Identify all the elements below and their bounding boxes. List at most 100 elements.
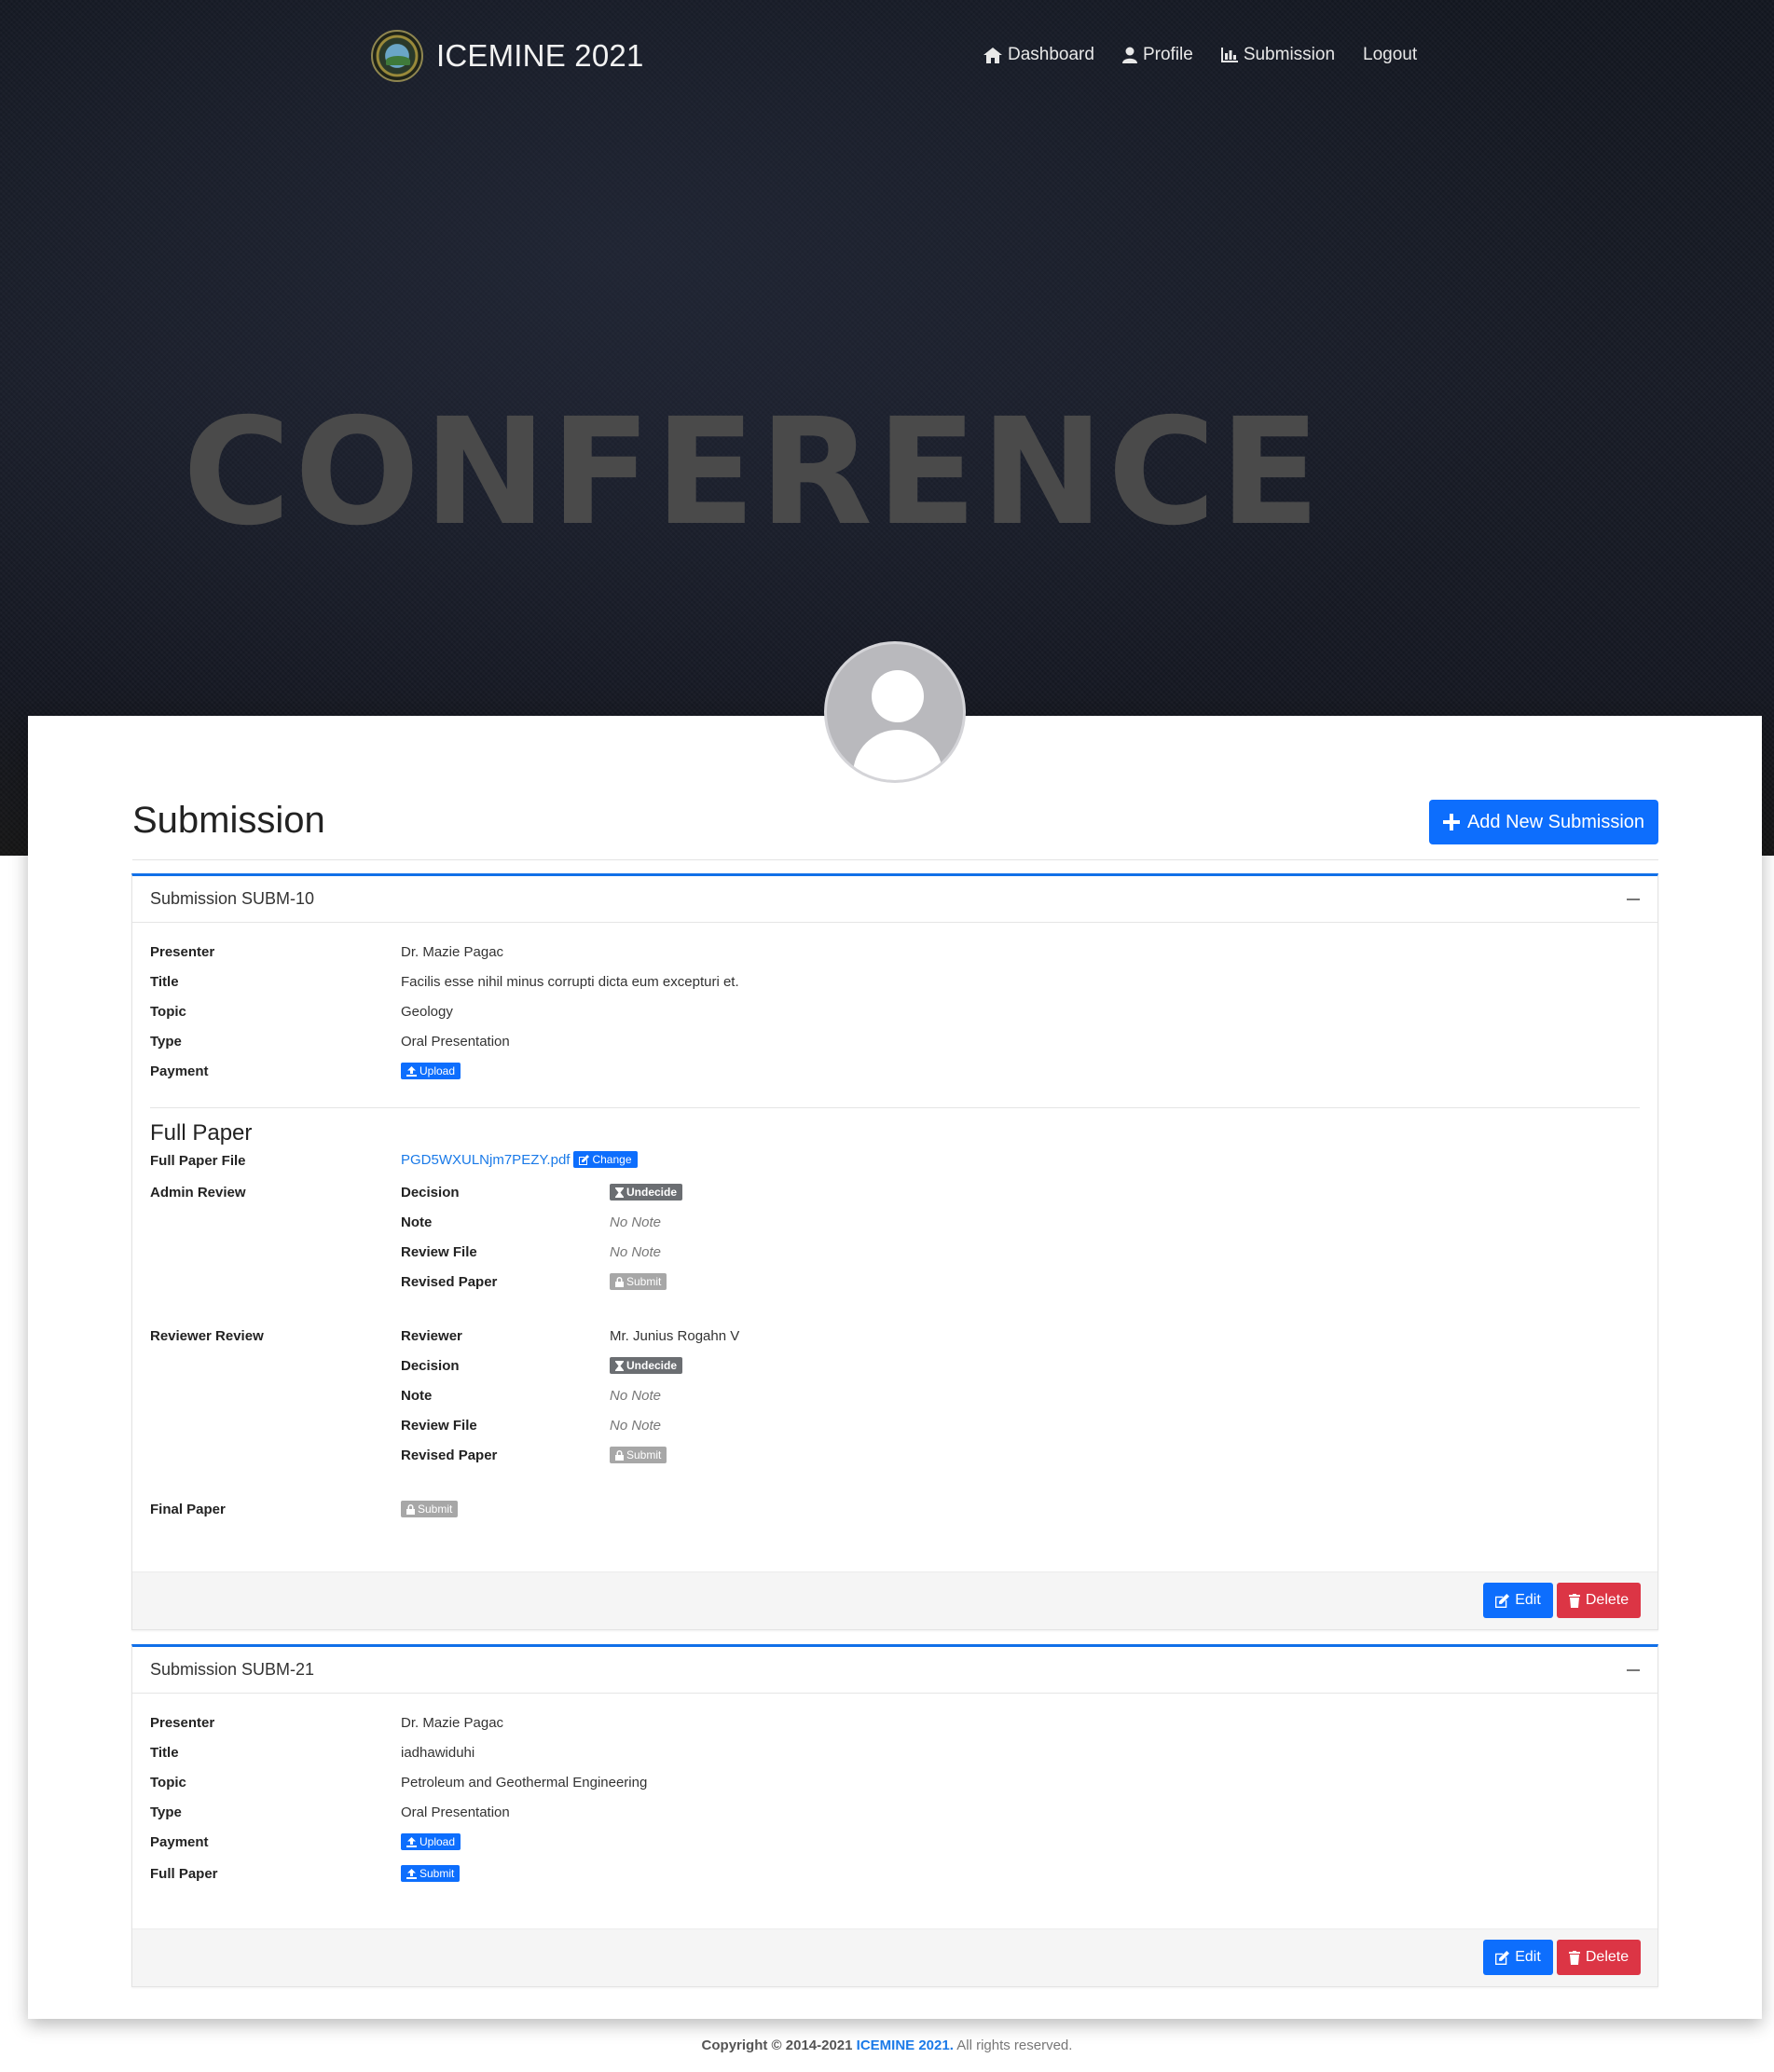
plus-icon [1442,814,1460,830]
panel-footer: Edit Delete [132,1928,1657,1986]
brand-logo [371,30,423,82]
page-footer: Copyright © 2014-2021 ICEMINE 2021. All … [0,2038,1774,2053]
full-paper-file-label: Full Paper File [150,1153,246,1169]
upload-icon [406,1065,417,1077]
nav-dashboard[interactable]: Dashboard [983,45,1094,65]
avatar-body [853,730,942,780]
upload-label: Upload [419,1064,456,1077]
nav-submission-label: Submission [1243,45,1336,64]
panel-footer: Edit Delete [132,1571,1657,1629]
lock-icon [615,1449,624,1461]
type-value: Oral Presentation [401,1034,510,1050]
change-label: Change [592,1153,632,1166]
submission-panel: Submission SUBM-21 Presenter Dr. Mazie P… [131,1644,1658,1987]
delete-label: Delete [1585,1592,1630,1608]
final-paper-submit-button: Submit [401,1501,459,1517]
topic-value: Geology [401,1004,453,1020]
copyright-text: Copyright © 2014-2021 [701,2038,853,2053]
undecide-label: Undecide [626,1359,678,1372]
change-file-button[interactable]: Change [573,1151,638,1168]
upload-label: Upload [419,1835,456,1848]
panel-title: Submission SUBM-10 [150,889,315,908]
full-paper-submit-button[interactable]: Submit [401,1865,461,1882]
payment-label: Payment [150,1063,209,1079]
bar-chart-icon [1220,48,1238,62]
admin-decision-label: Decision [401,1185,460,1201]
edit-button[interactable]: Edit [1483,1940,1553,1975]
nav-profile-label: Profile [1142,45,1193,64]
avatar-head [872,670,924,722]
home-icon [983,47,1002,63]
admin-revised-paper-label: Revised Paper [401,1274,498,1290]
admin-decision-badge: Undecide [610,1184,683,1201]
nav-submission[interactable]: Submission [1220,45,1336,65]
delete-label: Delete [1585,1949,1630,1965]
reviewer-revised-submit-button: Submit [610,1447,667,1463]
lock-icon [406,1503,415,1515]
type-label: Type [150,1804,182,1820]
type-label: Type [150,1034,182,1050]
topic-label: Topic [150,1004,186,1020]
reviewer-decision-label: Decision [401,1358,460,1374]
upload-payment-button[interactable]: Upload [401,1833,461,1850]
rights-text: All rights reserved. [956,2038,1073,2053]
trash-icon [1568,1950,1580,1965]
panel-header[interactable]: Submission SUBM-21 [132,1647,1657,1694]
page-title: Submission [132,800,325,841]
reviewer-decision-badge: Undecide [610,1357,683,1374]
submit-label: Submit [626,1275,662,1288]
type-value: Oral Presentation [401,1804,510,1820]
submit-label: Submit [418,1503,453,1516]
delete-button[interactable]: Delete [1557,1940,1641,1975]
reviewer-label: Reviewer [401,1328,462,1344]
navbar: ICEMINE 2021 Dashboard Profile Submissio… [0,0,1774,116]
brand-name: ICEMINE 2021 [436,38,644,73]
brand[interactable]: ICEMINE 2021 [371,30,644,82]
footer-brand-link[interactable]: ICEMINE 2021. [857,2038,954,2053]
hourglass-icon [615,1187,624,1198]
admin-review-file-value: No Note [610,1244,662,1260]
edit-label: Edit [1515,1592,1541,1608]
edit-icon [1495,1593,1510,1608]
collapse-icon[interactable] [1627,898,1640,900]
delete-button[interactable]: Delete [1557,1583,1641,1618]
title-label: Title [150,974,179,990]
reviewer-review-file-value: No Note [610,1418,662,1434]
reviewer-review-file-label: Review File [401,1418,477,1434]
undecide-label: Undecide [626,1186,678,1199]
full-paper-heading: Full Paper [150,1120,253,1146]
upload-payment-button[interactable]: Upload [401,1063,461,1079]
reviewer-review-label: Reviewer Review [150,1328,264,1344]
title-value: iadhawiduhi [401,1745,475,1761]
title-label: Title [150,1745,179,1761]
final-paper-label: Final Paper [150,1502,226,1517]
presenter-label: Presenter [150,1715,215,1731]
topic-label: Topic [150,1775,186,1791]
reviewer-value: Mr. Junius Rogahn V [610,1328,740,1344]
full-paper-label: Full Paper [150,1866,218,1882]
add-new-submission-button[interactable]: Add New Submission [1429,800,1658,844]
upload-icon [406,1836,417,1847]
edit-button[interactable]: Edit [1483,1583,1553,1618]
nav-logout[interactable]: Logout [1363,45,1417,65]
reviewer-revised-paper-label: Revised Paper [401,1448,498,1463]
presenter-value: Dr. Mazie Pagac [401,1715,504,1731]
admin-revised-submit-button: Submit [610,1273,667,1290]
submit-label: Submit [419,1867,455,1880]
lock-icon [615,1276,624,1287]
add-new-submission-label: Add New Submission [1466,811,1645,832]
title-value: Facilis esse nihil minus corrupti dicta … [401,974,739,990]
nav-logout-label: Logout [1363,45,1418,64]
full-paper-file-link[interactable]: PGD5WXULNjm7PEZY.pdf [401,1152,570,1168]
presenter-label: Presenter [150,944,215,960]
payment-label: Payment [150,1834,209,1850]
nav-profile[interactable]: Profile [1121,45,1193,65]
upload-icon [406,1868,417,1879]
trash-icon [1568,1593,1580,1608]
collapse-icon[interactable] [1627,1668,1640,1671]
user-icon [1121,47,1137,63]
avatar [824,641,966,783]
edit-icon [579,1154,590,1165]
panel-header[interactable]: Submission SUBM-10 [132,876,1657,923]
edit-icon [1495,1950,1510,1965]
